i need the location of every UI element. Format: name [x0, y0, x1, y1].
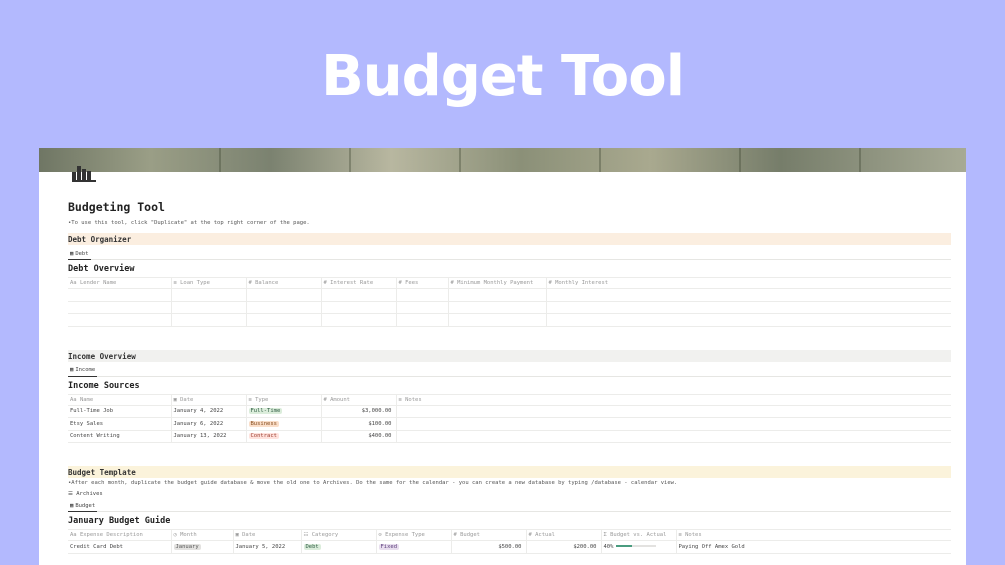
col-header[interactable]: ☷ Category: [300, 529, 376, 541]
col-header[interactable]: ≡ Notes: [675, 529, 951, 541]
budget-view-tabs: ▦ Budget: [68, 500, 951, 512]
table-row[interactable]: [68, 301, 951, 314]
tab-income[interactable]: ▦ Income: [68, 365, 98, 377]
col-header[interactable]: # Fees: [395, 277, 448, 289]
col-header[interactable]: ≡ Loan Type: [170, 277, 246, 289]
table-row[interactable]: [68, 313, 951, 327]
table-row[interactable]: Full-Time Job January 4, 2022 Full-Time $…: [68, 405, 951, 418]
debt-db-title: Debt Overview: [68, 264, 135, 274]
tab-label: Income: [75, 367, 96, 373]
type-tag: Business: [248, 420, 279, 427]
col-header[interactable]: # Interest Rate: [320, 277, 396, 289]
page-title: Budgeting Tool: [68, 200, 165, 214]
col-header[interactable]: ⊙ Expense Type: [375, 529, 451, 541]
col-header[interactable]: Aa Lender Name: [68, 277, 171, 289]
budget-db-title: January Budget Guide: [68, 516, 171, 526]
income-section-header: Income Overview: [68, 349, 951, 362]
month-tag: January: [173, 543, 201, 550]
type-tag: Contract: [248, 433, 279, 440]
col-header[interactable]: # Amount: [320, 393, 396, 406]
table-row[interactable]: [68, 288, 951, 302]
table-icon: ▦: [70, 250, 74, 257]
expense-type-tag: Fixed: [378, 543, 400, 550]
debt-section-header: Debt Organizer: [68, 233, 951, 245]
col-header[interactable]: # Actual: [525, 529, 601, 541]
budget-table: Aa Expense Description ◷ Month ▣ Date ☷ …: [68, 529, 951, 554]
col-header[interactable]: ▣ Date: [232, 529, 301, 541]
list-icon: ☰: [68, 491, 73, 497]
col-header[interactable]: Aa Expense Description: [68, 529, 171, 541]
income-table: Aa Name ▣ Date ≡ Type # Amount ≡ Notes F…: [68, 393, 951, 444]
cover-image: [39, 148, 966, 172]
income-view-tabs: ▦ Income: [68, 365, 951, 377]
col-header[interactable]: ▣ Date: [170, 393, 246, 406]
col-header[interactable]: ≡ Notes: [395, 393, 951, 406]
budget-instruction: •After each month, duplicate the budget …: [68, 480, 678, 486]
budget-section-header: Budget Template: [68, 466, 951, 478]
tab-budget[interactable]: ▦ Budget: [68, 500, 98, 512]
table-icon: ▦: [70, 502, 74, 509]
instruction-text: •To use this tool, click "Duplicate" at …: [68, 220, 310, 226]
category-tag: Debt: [303, 543, 321, 550]
type-tag: Full-Time: [248, 408, 283, 415]
col-header[interactable]: Σ Budget vs. Actual: [600, 529, 676, 541]
tab-label: Budget: [75, 502, 96, 509]
table-row[interactable]: Credit Card Debt January January 5, 2022…: [68, 540, 951, 554]
table-row[interactable]: Etsy Sales January 6, 2022 Business $100.…: [68, 417, 951, 431]
col-header[interactable]: # Monthly Interest: [545, 277, 951, 289]
debt-view-tabs: ▦ Debt: [68, 248, 951, 260]
progress-bar: [616, 545, 657, 548]
tab-debt[interactable]: ▦ Debt: [68, 248, 91, 260]
table-header-row: Aa Expense Description ◷ Month ▣ Date ☷ …: [68, 529, 951, 541]
archives-link[interactable]: ☰ Archives: [68, 491, 951, 497]
table-icon: ▦: [70, 367, 74, 373]
tab-label: Debt: [75, 250, 89, 257]
col-header[interactable]: ≡ Type: [245, 393, 321, 406]
col-header[interactable]: ◷ Month: [170, 529, 233, 541]
col-header[interactable]: # Balance: [245, 277, 321, 289]
page-content: Budgeting Tool •To use this tool, click …: [68, 200, 951, 554]
col-header[interactable]: # Budget: [450, 529, 526, 541]
bar-chart-icon: [72, 166, 96, 182]
hero-title: Budget Tool: [321, 44, 685, 109]
notion-page: Budgeting Tool •To use this tool, click …: [39, 148, 966, 565]
table-row[interactable]: Content Writing January 13, 2022 Contract…: [68, 430, 951, 443]
ratio-text: 40%: [603, 543, 614, 550]
col-header[interactable]: # Minimum Monthly Payment: [447, 277, 546, 289]
col-header[interactable]: Aa Name: [68, 393, 171, 406]
table-header-row: Aa Name ▣ Date ≡ Type # Amount ≡ Notes: [68, 393, 951, 406]
table-header-row: Aa Lender Name ≡ Loan Type # Balance # I…: [68, 277, 951, 289]
income-db-title: Income Sources: [68, 380, 140, 391]
debt-table: Aa Lender Name ≡ Loan Type # Balance # I…: [68, 277, 951, 327]
